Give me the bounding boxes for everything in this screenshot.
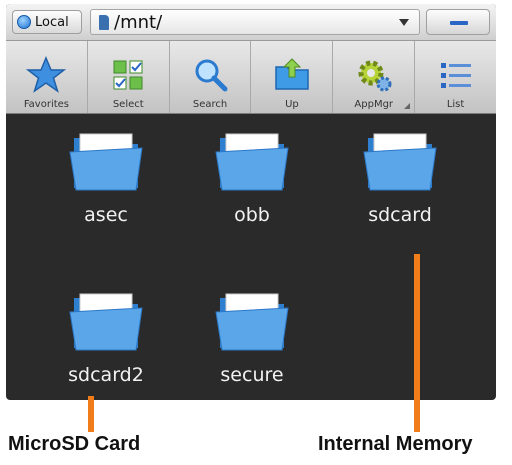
select-grid-icon — [113, 60, 143, 90]
file-manager-screen: Local /mnt/ Favorites Select Search Up A… — [6, 4, 496, 400]
local-button[interactable]: Local — [12, 10, 82, 34]
toolbar: Favorites Select Search Up AppMgr List — [6, 41, 496, 114]
favorites-label: Favorites — [23, 99, 69, 110]
folder-name: sdcard — [368, 204, 432, 226]
list-icon — [440, 63, 471, 88]
search-label: Search — [192, 99, 228, 110]
folder-asec[interactable]: asec — [46, 128, 166, 248]
path-text: /mnt/ — [114, 11, 163, 33]
appmgr-button[interactable]: AppMgr — [333, 41, 416, 113]
select-label: Select — [112, 99, 144, 110]
folder-obb[interactable]: obb — [192, 128, 312, 248]
folder-sdcard2[interactable]: sdcard2 — [46, 288, 166, 400]
internal-memory-pointer — [414, 254, 420, 432]
appmgr-label: AppMgr — [354, 99, 394, 110]
folder-secure[interactable]: secure — [192, 288, 312, 400]
select-button[interactable]: Select — [88, 41, 170, 113]
folder-name: asec — [84, 204, 128, 226]
list-button[interactable]: List — [415, 41, 496, 113]
folder-icon — [215, 133, 289, 191]
star-icon — [26, 56, 67, 93]
folder-icon — [69, 133, 143, 191]
folder-icon — [215, 293, 289, 351]
folder-grid: asec obb sdcard sdcard2 secure — [6, 114, 496, 400]
gear-icon — [358, 60, 392, 92]
microsd-card-label: MicroSD Card — [8, 433, 141, 455]
folder-sdcard[interactable]: sdcard — [340, 128, 460, 248]
folder-icon — [69, 293, 143, 351]
folder-up-icon — [275, 58, 309, 90]
globe-icon — [17, 15, 31, 29]
sd-card-icon — [99, 14, 109, 30]
magnifier-icon — [195, 59, 228, 92]
dropdown-arrow-icon — [399, 19, 409, 26]
submenu-corner-icon — [404, 103, 411, 109]
up-label: Up — [285, 99, 299, 110]
microsd-pointer — [88, 396, 94, 432]
folder-name: sdcard2 — [68, 364, 144, 386]
favorites-button[interactable]: Favorites — [6, 41, 88, 113]
internal-memory-label: Internal Memory — [318, 433, 473, 455]
minus-icon — [450, 21, 468, 25]
search-button[interactable]: Search — [170, 41, 252, 113]
folder-name: obb — [234, 204, 270, 226]
folder-icon — [363, 133, 437, 191]
path-dropdown[interactable]: /mnt/ — [90, 9, 420, 35]
local-label: Local — [35, 14, 69, 30]
up-button[interactable]: Up — [251, 41, 334, 113]
minimize-button[interactable] — [426, 9, 490, 35]
folder-name: secure — [220, 364, 284, 386]
list-label: List — [446, 99, 465, 110]
top-bar: Local /mnt/ — [6, 4, 496, 41]
